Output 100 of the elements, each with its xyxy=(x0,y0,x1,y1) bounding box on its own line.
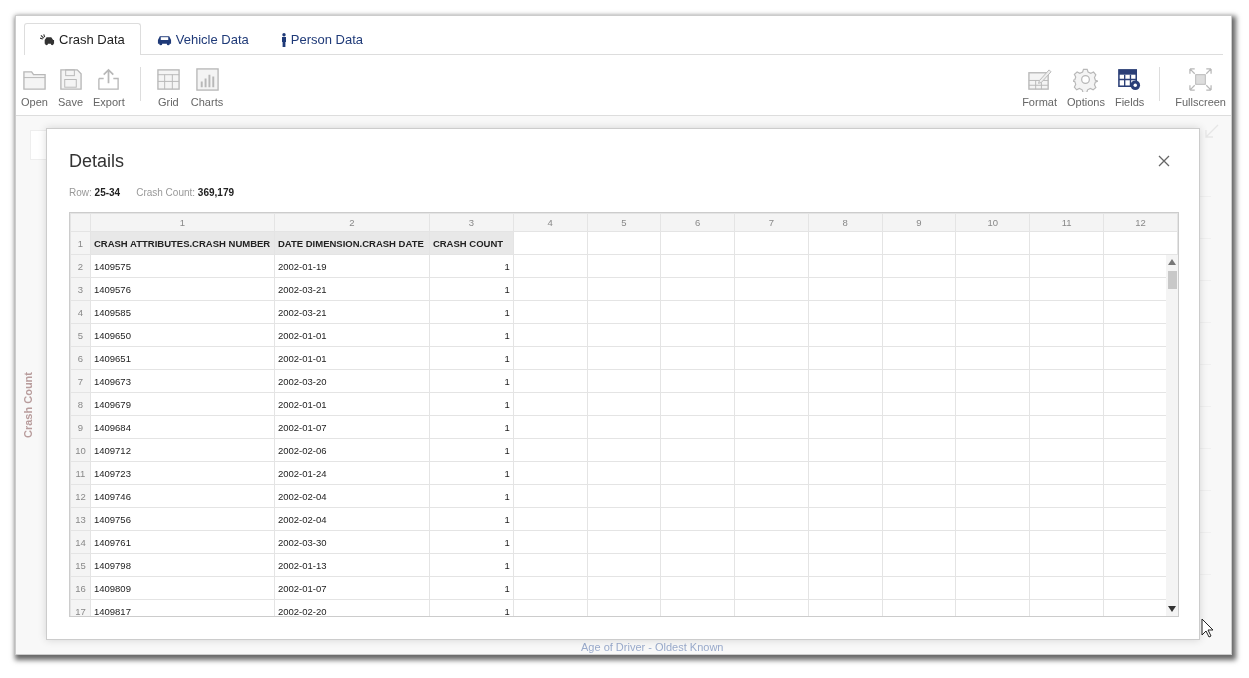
fields-button[interactable]: Fields xyxy=(1109,55,1150,115)
table-cell: 1 xyxy=(429,461,514,485)
fullscreen-button[interactable]: Fullscreen xyxy=(1170,55,1231,115)
table-cell: 2002-01-07 xyxy=(274,576,430,600)
column-header: 8 xyxy=(808,213,883,232)
table-cell: 2002-02-06 xyxy=(274,438,430,462)
export-button[interactable]: Export xyxy=(88,55,130,115)
table-cell: 2002-01-19 xyxy=(274,254,430,278)
table-pencil-icon xyxy=(1027,67,1053,92)
row-number: 1 xyxy=(70,231,91,255)
table-cell: 2002-03-30 xyxy=(274,530,430,554)
close-button[interactable] xyxy=(1157,153,1171,168)
column-header: 10 xyxy=(955,213,1030,232)
info-value: 369,179 xyxy=(197,187,234,198)
table-cell: 1409651 xyxy=(90,346,275,370)
tab[interactable]: Person Data xyxy=(264,23,379,55)
row-number: 13 xyxy=(70,507,91,531)
column-header: 5 xyxy=(587,213,661,232)
row-number: 4 xyxy=(70,300,91,324)
row-number: 9 xyxy=(70,415,91,439)
table-cell: 2002-03-20 xyxy=(274,369,430,393)
bar-chart-icon xyxy=(194,67,220,92)
table-cell: 1409761 xyxy=(90,530,275,554)
row-number: 7 xyxy=(70,369,91,393)
scroll-down-icon[interactable] xyxy=(1168,606,1176,612)
table-cell: 1409575 xyxy=(90,254,275,278)
table-cell: 1409684 xyxy=(90,415,275,439)
table-cell: 1 xyxy=(429,553,514,577)
table-icon xyxy=(155,67,181,92)
table-cell: 1 xyxy=(429,438,514,462)
dialog-title: Details xyxy=(69,151,125,172)
table-cell: 1409673 xyxy=(90,369,275,393)
row-number: 10 xyxy=(70,438,91,462)
axis-title: Age of Driver - Oldest Known xyxy=(581,641,724,653)
column-header: 1 xyxy=(90,213,275,232)
row-number: 2 xyxy=(70,254,91,278)
table-cell: 2002-01-07 xyxy=(274,415,430,439)
settings-icon xyxy=(1073,67,1099,92)
table-cell: 2002-01-24 xyxy=(274,461,430,485)
scroll-up-icon[interactable] xyxy=(1168,259,1176,265)
table-cell: 2002-01-13 xyxy=(274,553,430,577)
grid-button[interactable]: Grid xyxy=(150,55,186,115)
table-cell: 2002-01-01 xyxy=(274,346,430,370)
table-cell: 2002-02-04 xyxy=(274,507,430,531)
row-number: 3 xyxy=(70,277,91,301)
row-number: 5 xyxy=(70,323,91,347)
car-icon xyxy=(156,33,172,46)
table-cell: 1 xyxy=(429,415,514,439)
table-cell: 1 xyxy=(429,323,514,347)
table-cell: 1 xyxy=(429,254,514,278)
table-cell: 1 xyxy=(429,530,514,554)
table-cell: 2002-01-01 xyxy=(274,323,430,347)
column-header: 11 xyxy=(1029,213,1104,232)
table-cell: 1 xyxy=(429,392,514,416)
column-header: 4 xyxy=(513,213,587,232)
row-number: 14 xyxy=(70,530,91,554)
column-header: 9 xyxy=(882,213,956,232)
charts-button[interactable]: Charts xyxy=(185,55,229,115)
table-cell: 2002-01-01 xyxy=(274,392,430,416)
folder-button[interactable]: Open xyxy=(16,55,53,115)
table-cell: 1409798 xyxy=(90,553,275,577)
upload-icon xyxy=(96,67,122,92)
table-cell: 1409650 xyxy=(90,323,275,347)
fullscreen-icon xyxy=(1188,67,1214,92)
save-button[interactable]: Save xyxy=(52,55,88,115)
row-number: 12 xyxy=(70,484,91,508)
row-number: 15 xyxy=(70,553,91,577)
table-cell: 1 xyxy=(429,369,514,393)
scrollbar-thumb[interactable] xyxy=(1168,271,1177,289)
table-cell: 1 xyxy=(429,346,514,370)
table-cell: 1409746 xyxy=(90,484,275,508)
table-header-cell: DATE DIMENSION.CRASH DATE xyxy=(274,231,430,255)
table-cell: 1 xyxy=(429,484,514,508)
table-cell: 1409585 xyxy=(90,300,275,324)
table-cell: 2002-02-04 xyxy=(274,484,430,508)
table-cell: 1409723 xyxy=(90,461,275,485)
options-button[interactable]: Options xyxy=(1062,55,1110,115)
row-number: 16 xyxy=(70,576,91,600)
info-label: Crash Count: xyxy=(136,187,196,198)
table-cell: 1409679 xyxy=(90,392,275,416)
car-crash-icon xyxy=(40,33,55,46)
table-cell: 1409756 xyxy=(90,507,275,531)
format-button[interactable]: Format xyxy=(1017,55,1062,115)
axis-title: Crash Count xyxy=(22,372,34,438)
tab[interactable]: Crash Data xyxy=(24,23,141,55)
table-cell: 2002-03-21 xyxy=(274,277,430,301)
row-number: 11 xyxy=(70,461,91,485)
column-header: 6 xyxy=(660,213,735,232)
row-number: 6 xyxy=(70,346,91,370)
table-cell: 2002-03-21 xyxy=(274,300,430,324)
row-number: 8 xyxy=(70,392,91,416)
column-header: 3 xyxy=(429,213,514,232)
tab[interactable]: Vehicle Data xyxy=(140,23,265,55)
table-cell: 1 xyxy=(429,300,514,324)
table-header-cell: CRASH ATTRIBUTES.CRASH NUMBER xyxy=(90,231,275,255)
table-cell: 1409712 xyxy=(90,438,275,462)
column-header: 7 xyxy=(734,213,809,232)
table-cell: 1 xyxy=(429,277,514,301)
column-header: 12 xyxy=(1103,213,1178,232)
table-cell: 1 xyxy=(429,507,514,531)
